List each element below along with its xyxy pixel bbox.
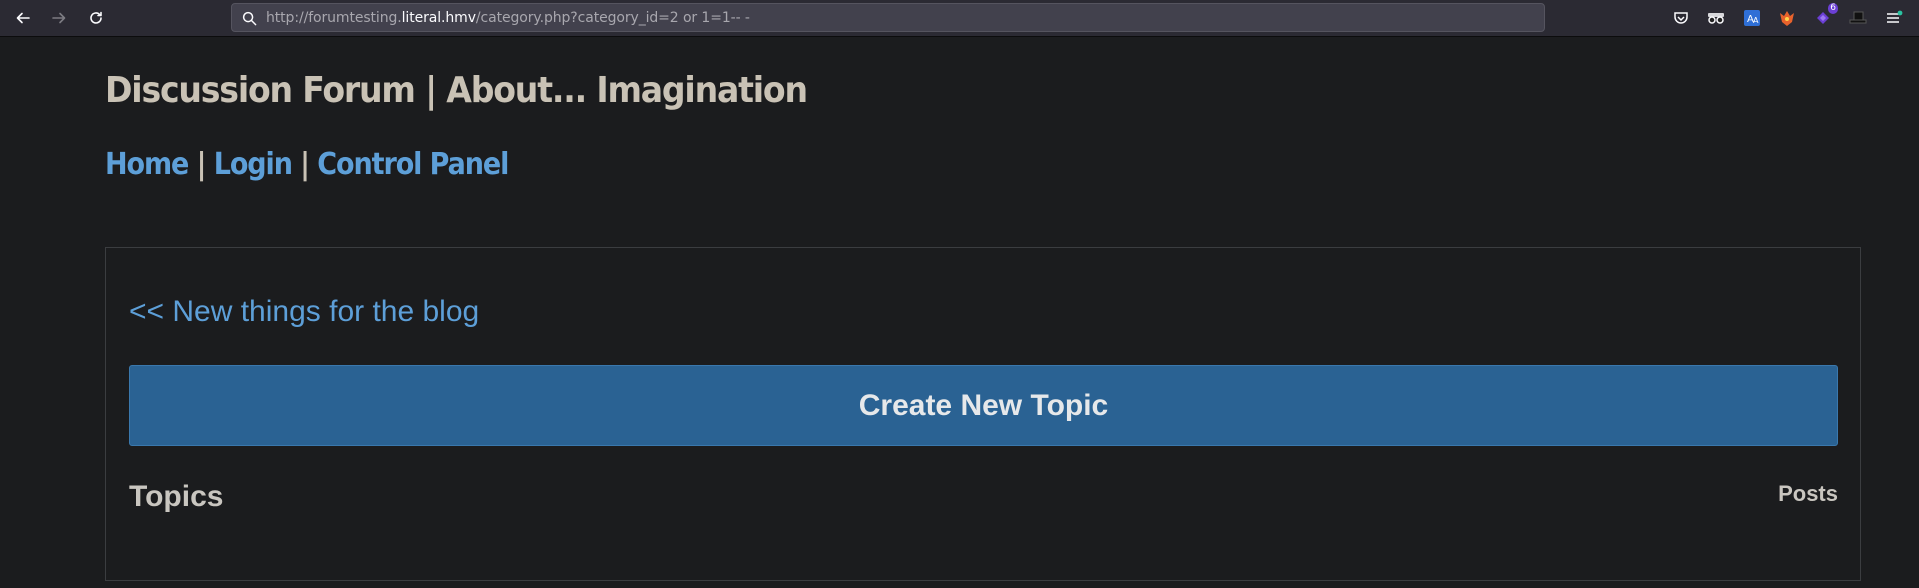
search-icon <box>240 9 258 27</box>
browser-toolbar: http://forumtesting.literal.hmv/category… <box>0 0 1919 37</box>
forward-button[interactable] <box>47 6 71 30</box>
create-new-topic-button[interactable]: Create New Topic <box>129 365 1838 446</box>
arrow-left-icon <box>16 12 30 24</box>
hat-extension-icon[interactable] <box>1847 7 1869 29</box>
posts-column-header: Posts <box>1778 481 1838 506</box>
url-prefix: http://forumtesting. <box>266 10 402 26</box>
reload-button[interactable] <box>84 6 108 30</box>
url-host: literal.hmv <box>401 10 476 26</box>
site-title: Discussion Forum | About... Imagination <box>105 70 808 111</box>
main-nav: Home | Login | Control Panel <box>105 147 509 182</box>
fox-extension-icon[interactable] <box>1776 7 1798 29</box>
reload-icon <box>90 11 102 24</box>
pocket-icon[interactable] <box>1670 7 1692 29</box>
arrow-right-icon <box>52 12 66 24</box>
menu-icon[interactable] <box>1883 7 1905 29</box>
category-panel: << New things for the blog Create New To… <box>105 247 1861 581</box>
back-to-category-link[interactable]: << New things for the blog <box>129 295 479 329</box>
nav-login-link[interactable]: Login <box>214 147 293 182</box>
svg-text:A: A <box>1753 16 1759 25</box>
topics-column-header: Topics <box>129 480 224 513</box>
translate-icon[interactable]: AA <box>1741 7 1763 29</box>
nav-home-link[interactable]: Home <box>105 147 189 182</box>
spy-extension-icon[interactable] <box>1705 7 1727 29</box>
nav-control-panel-link[interactable]: Control Panel <box>317 147 509 182</box>
url-text[interactable]: http://forumtesting.literal.hmv/category… <box>266 10 750 26</box>
puzzle-extension-icon[interactable]: 6 <box>1812 3 1838 29</box>
url-bar[interactable]: http://forumtesting.literal.hmv/category… <box>231 3 1545 32</box>
nav-separator: | <box>291 147 318 182</box>
extension-badge: 6 <box>1828 3 1838 14</box>
nav-separator: | <box>188 147 214 182</box>
url-path: /category.php?category_id=2 or 1=1-- - <box>475 10 750 26</box>
back-button[interactable] <box>11 6 35 30</box>
